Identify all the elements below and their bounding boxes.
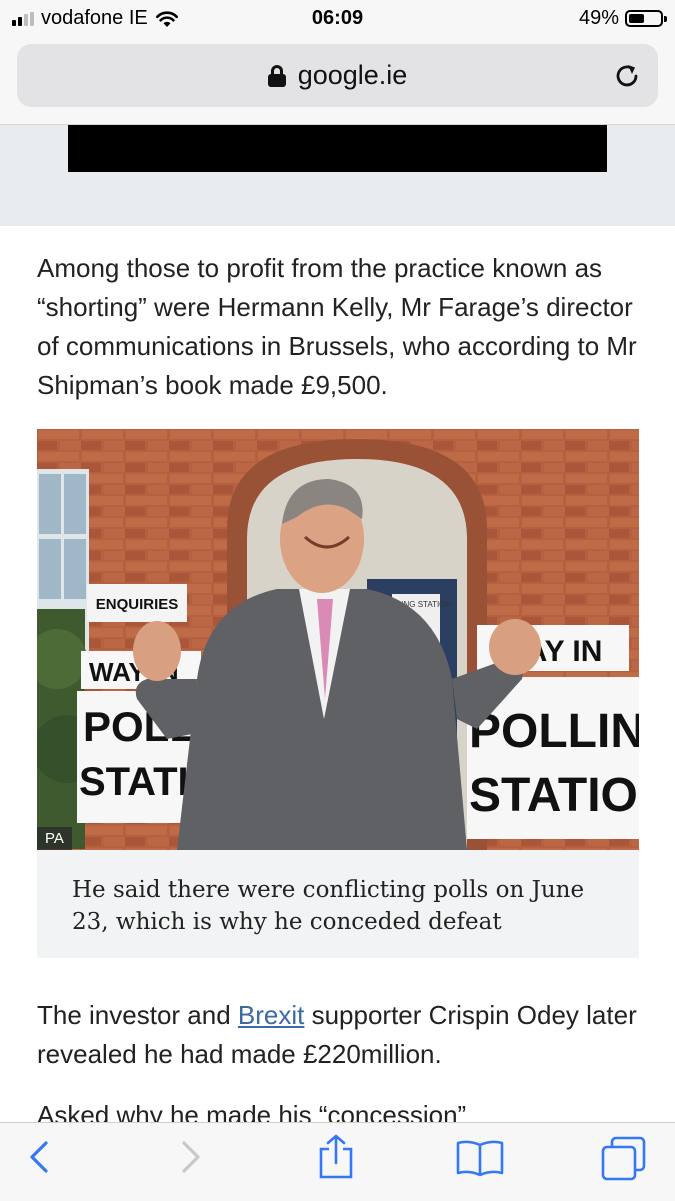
ad-placeholder	[68, 125, 607, 172]
paragraph-text: The investor and	[37, 1000, 238, 1030]
chevron-right-icon[interactable]	[178, 1137, 204, 1177]
enquiries-sign: ENQUIRIES	[96, 596, 179, 613]
chevron-left-icon[interactable]	[26, 1137, 52, 1177]
browser-address-area: google.ie	[0, 36, 675, 125]
address-bar[interactable]: google.ie	[17, 44, 658, 107]
clock: 06:09	[311, 7, 364, 29]
article-paragraph: The investor and Brexit supporter Crispi…	[37, 996, 647, 1074]
share-icon[interactable]	[316, 1133, 356, 1181]
article-paragraph: Among those to profit from the practice …	[37, 253, 637, 400]
station-sign-right: STATION	[469, 769, 639, 822]
url-domain: google.ie	[297, 60, 408, 90]
status-bar: vodafone IE 06:09 49%	[0, 0, 675, 36]
tabs-icon[interactable]	[600, 1135, 648, 1183]
ad-banner	[0, 125, 675, 226]
book-icon[interactable]	[455, 1137, 505, 1177]
polling-station-image: POLLING STATION ENQUIRIES WAY IN POLLI S…	[37, 429, 639, 850]
article-photo: POLLING STATION ENQUIRIES WAY IN POLLI S…	[37, 429, 639, 850]
brexit-link[interactable]: Brexit	[238, 1000, 304, 1030]
polling-sign-right: POLLING	[469, 705, 639, 758]
photo-credit: PA	[37, 827, 72, 850]
battery-icon	[625, 10, 667, 27]
photo-caption-box: He said there were conflicting polls on …	[37, 850, 639, 958]
browser-toolbar	[0, 1122, 675, 1201]
photo-caption: He said there were conflicting polls on …	[72, 877, 585, 935]
lock-icon	[267, 64, 286, 87]
battery-group: 49%	[578, 7, 667, 30]
battery-percentage: 49%	[578, 7, 619, 29]
reload-icon[interactable]	[612, 61, 642, 91]
